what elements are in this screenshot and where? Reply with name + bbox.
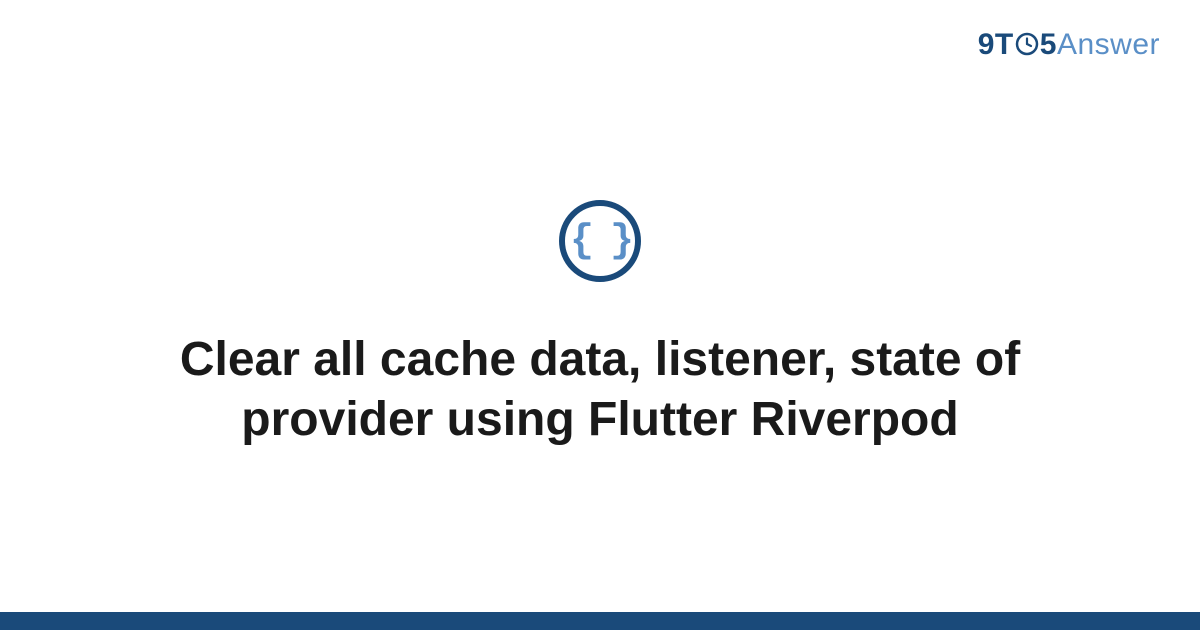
category-icon-wrapper: { } (559, 200, 641, 282)
footer-accent-bar (0, 612, 1200, 630)
page-title: Clear all cache data, listener, state of… (100, 330, 1100, 450)
code-braces-glyph: { } (570, 219, 630, 264)
code-braces-icon: { } (559, 200, 641, 282)
main-content: { } Clear all cache data, listener, stat… (0, 0, 1200, 630)
